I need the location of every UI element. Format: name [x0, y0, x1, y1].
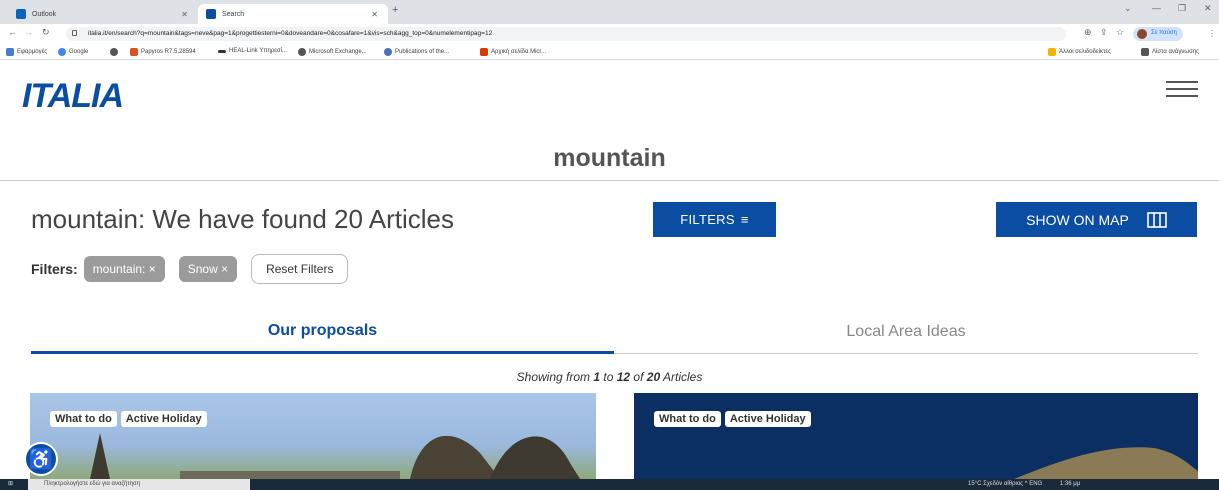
show-on-map-button[interactable]: SHOW ON MAP: [996, 202, 1197, 237]
zoom-icon[interactable]: ⊕: [1084, 27, 1092, 38]
tag-active-holiday[interactable]: Active Holiday: [724, 411, 811, 427]
share-icon[interactable]: ⇪: [1100, 27, 1108, 38]
filter-lines-icon: ≡: [740, 212, 749, 227]
bookmark-apps[interactable]: Εφαρμογές: [6, 48, 47, 56]
apps-grid-icon: [6, 48, 14, 56]
tab-outlook[interactable]: Outlook ✕: [8, 4, 198, 24]
card-image-trees: [90, 433, 580, 479]
menu-hamburger-icon[interactable]: [1166, 81, 1198, 97]
publications-icon: [384, 48, 392, 56]
globe-icon: [298, 48, 306, 56]
filter-chip-mountain[interactable]: mountain: ×: [83, 256, 165, 282]
windows-taskbar: ⊞ Πληκτρολογήστε εδώ για αναζήτηση 15°C …: [0, 479, 1219, 490]
italia-favicon-icon: [206, 9, 216, 19]
address-bar-row: ← → ↻ italia.it/en/search?q=mountain&tag…: [0, 24, 1219, 44]
outlook-icon: [16, 9, 26, 19]
tab-title: Outlook: [32, 10, 57, 18]
article-card[interactable]: What to do Active Holiday: [30, 393, 596, 479]
reading-list[interactable]: Λίστα ανάγνωσης: [1141, 48, 1199, 56]
results-count-text: Showing from 1 to 12 of 20 Articles: [516, 370, 703, 384]
divider: [0, 180, 1219, 181]
clock: 1:36 μμ: [1059, 481, 1081, 487]
close-tab-icon[interactable]: ✕: [181, 10, 188, 19]
results-title: mountain: We have found 20 Articles: [31, 204, 454, 234]
italia-logo-svg: ITALIA: [22, 77, 124, 115]
bookmark-publications[interactable]: Publications of the...: [384, 48, 449, 56]
bookmark-other-folder[interactable]: Άλλοι σελιδοδείκτες: [1048, 48, 1111, 56]
article-card[interactable]: What to do Active Holiday: [634, 393, 1198, 479]
bookmark-globe[interactable]: [110, 48, 121, 56]
tag-what-to-do[interactable]: What to do: [654, 411, 721, 427]
heal-link-icon: [218, 49, 226, 53]
filter-chip-snow[interactable]: Snow ×: [178, 256, 238, 282]
reset-filters-button[interactable]: Reset Filters: [251, 254, 349, 284]
search-term-heading: mountain: [553, 144, 666, 172]
map-icon: [1147, 211, 1167, 228]
url-field[interactable]: italia.it/en/search?q=mountain&tags=neve…: [66, 27, 1066, 41]
bookmark-microsoft-home[interactable]: Αρχική σελίδα Micr...: [480, 48, 546, 56]
profile-button[interactable]: Σε παύση: [1133, 27, 1183, 41]
results-tabs: Our proposals Local Area Ideas: [31, 310, 1198, 354]
new-tab-icon[interactable]: +: [392, 4, 398, 16]
tab-search-chevron-icon[interactable]: ⌄: [1124, 3, 1132, 14]
google-icon: [58, 48, 66, 56]
reload-icon[interactable]: ↻: [42, 27, 50, 38]
star-icon[interactable]: ☆: [1116, 27, 1124, 38]
forward-icon[interactable]: →: [24, 27, 33, 37]
papyros-icon: [130, 48, 138, 56]
tab-search[interactable]: Search ✕: [198, 4, 388, 24]
card-image-mountain: [1014, 447, 1198, 479]
tag-what-to-do[interactable]: What to do: [50, 411, 117, 427]
card-tags: What to do Active Holiday: [50, 411, 207, 427]
close-tab-icon[interactable]: ✕: [371, 10, 378, 19]
tab-local-area-ideas[interactable]: Local Area Ideas: [614, 310, 1198, 354]
system-tray: 15°C Σχεδόν αίθριος ^ ENG 1:36 μμ: [968, 481, 1081, 487]
tab-our-proposals[interactable]: Our proposals: [31, 310, 614, 354]
browser-menu-icon[interactable]: ⋮: [1208, 29, 1216, 38]
office-icon: [480, 48, 488, 56]
filters-label: Filters:: [31, 261, 78, 277]
card-tags: What to do Active Holiday: [654, 411, 811, 427]
bookmarks-bar: Εφαρμογές Google Papyros R7.5.28594 HEAL…: [0, 44, 1219, 60]
maximize-icon[interactable]: ❐: [1178, 3, 1186, 14]
bookmark-exchange[interactable]: Microsoft Exchange...: [298, 48, 367, 56]
filters-button[interactable]: FILTERS ≡: [653, 202, 776, 237]
active-filters-row: Filters: mountain: × Snow × Reset Filter…: [31, 254, 349, 284]
lock-icon[interactable]: [72, 30, 77, 36]
italia-logo[interactable]: ITALIA: [20, 76, 144, 116]
window-close-icon[interactable]: ✕: [1204, 3, 1212, 14]
bookmark-papyros[interactable]: Papyros R7.5.28594: [130, 48, 196, 56]
taskbar-search-input[interactable]: Πληκτρολογήστε εδώ για αναζήτηση: [28, 479, 250, 490]
folder-icon: [1048, 48, 1056, 56]
browser-tab-strip: Outlook ✕ Search ✕ + ⌄ — ❐ ✕: [0, 0, 1219, 24]
windows-start-icon[interactable]: ⊞: [8, 480, 13, 487]
minimize-icon[interactable]: —: [1152, 3, 1161, 13]
bookmark-google[interactable]: Google: [58, 48, 88, 56]
bookmark-heal-link[interactable]: HEAL-Link Υπηρεσί...: [218, 48, 287, 54]
back-icon[interactable]: ←: [8, 27, 17, 37]
globe-icon: [110, 48, 118, 56]
svg-text:ITALIA: ITALIA: [22, 77, 123, 115]
reading-list-icon: [1141, 48, 1149, 56]
tag-active-holiday[interactable]: Active Holiday: [120, 411, 207, 427]
tab-title: Search: [222, 10, 245, 18]
accessibility-icon[interactable]: ♿: [24, 442, 58, 476]
